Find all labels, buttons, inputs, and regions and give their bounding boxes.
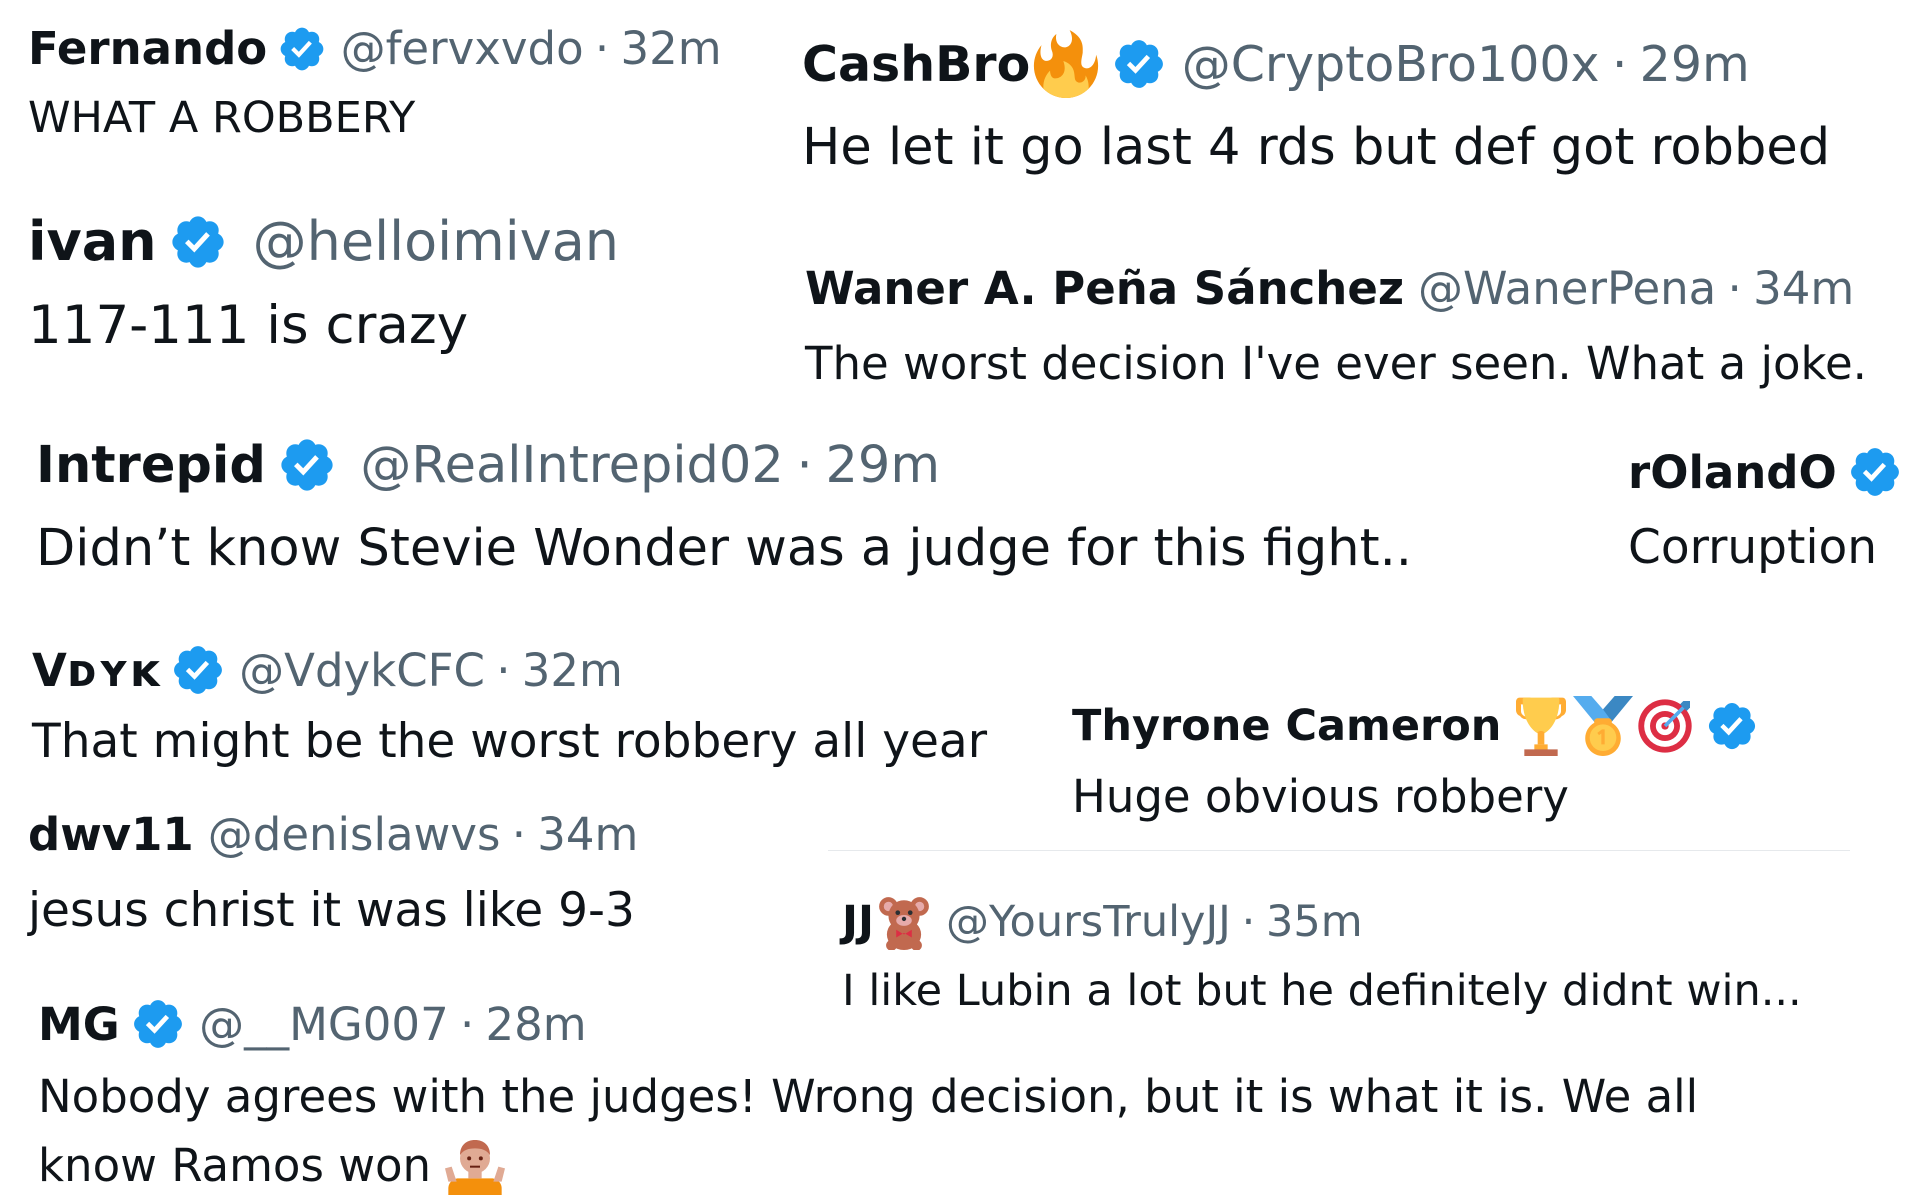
separator-dot: · <box>459 997 475 1051</box>
author-name[interactable]: ivan <box>28 210 157 273</box>
tweet-text: The worst decision I've ever seen. What … <box>805 337 1867 390</box>
medal-emoji-icon <box>1573 696 1634 756</box>
trophy-emoji-icon <box>1511 696 1571 756</box>
verified-badge-icon <box>277 24 327 74</box>
verified-badge-icon <box>1111 36 1167 92</box>
tweet-vdyk[interactable]: Vᴅʏᴋ @VdykCFC · 32m That might be the wo… <box>32 642 988 770</box>
author-handle[interactable]: @YoursTrulyJJ <box>946 897 1231 947</box>
tweet-text: WHAT A ROBBERY <box>28 93 416 143</box>
author-name[interactable]: Intrepid <box>36 436 266 495</box>
tweet-fernando[interactable]: Fernando @fervxvdo · 32m WHAT A ROBBERY <box>28 22 722 143</box>
separator-dot: · <box>796 435 813 495</box>
author-handle[interactable]: @CryptoBro100x <box>1182 36 1600 93</box>
timestamp[interactable]: 34m <box>537 808 638 861</box>
tweet-text: He let it go last 4 rds but def got robb… <box>802 118 1831 177</box>
separator-dot: · <box>1241 897 1256 947</box>
fire-emoji-icon <box>1032 30 1100 98</box>
tweet-text: Corruption <box>1628 520 1878 575</box>
tweet-text: 117-111 is crazy <box>28 295 469 356</box>
target-emoji-icon <box>1635 696 1695 756</box>
author-handle[interactable]: @RealIntrepid02 <box>360 436 783 495</box>
separator-dot: · <box>1727 262 1742 315</box>
tweet-rolando[interactable]: rOlandO Corruption <box>1628 444 1916 575</box>
author-name[interactable]: Thyrone Cameron <box>1072 701 1501 751</box>
verified-badge-icon <box>1847 444 1903 500</box>
verified-badge-icon <box>168 212 228 272</box>
tweet-divider <box>828 850 1850 851</box>
tweet-cashbro[interactable]: CashBro @CryptoBro100x · 29m He let it g… <box>802 30 1830 177</box>
tweet-text: jesus christ it was like 9-3 <box>28 883 635 938</box>
separator-dot: · <box>496 643 511 697</box>
tweet-mg[interactable]: MG @__MG007 · 28m Nobody agrees with the… <box>38 996 1698 1195</box>
tweet-waner[interactable]: Waner A. Peña Sánchez @WanerPena · 34m T… <box>805 262 1867 390</box>
author-handle[interactable]: @VdykCFC <box>239 644 485 697</box>
tweet-text-line-2-text: know Ramos won <box>38 1138 432 1192</box>
timestamp[interactable]: 29m <box>1640 36 1750 93</box>
timestamp[interactable]: 29m <box>825 436 940 495</box>
author-handle[interactable]: @denislawvs <box>208 808 501 861</box>
tweet-intrepid[interactable]: Intrepid @RealIntrepid02 · 29m Didn’t kn… <box>36 435 1413 579</box>
timestamp[interactable]: 32m <box>522 644 623 697</box>
author-name[interactable]: CashBro <box>802 36 1030 93</box>
tweet-text: That might be the worst robbery all year <box>32 714 988 769</box>
tweet-text: Didn’t know Stevie Wonder was a judge fo… <box>36 519 1413 578</box>
timestamp[interactable]: 32m <box>620 22 721 75</box>
author-name[interactable]: rOlandO <box>1628 446 1837 499</box>
tweet-thyrone[interactable]: Thyrone Cameron Huge obvious robbery <box>1072 696 1772 823</box>
verified-badge-icon <box>130 996 186 1052</box>
shrug-emoji-icon <box>445 1135 506 1195</box>
verified-badge-icon <box>1705 699 1759 753</box>
author-handle[interactable]: @__MG007 <box>199 998 449 1051</box>
timestamp[interactable]: 35m <box>1266 897 1363 947</box>
author-name[interactable]: Fernando <box>28 22 267 75</box>
author-name[interactable]: MG <box>38 998 120 1051</box>
separator-dot: · <box>511 808 526 861</box>
author-handle[interactable]: @WanerPena <box>1418 262 1716 315</box>
author-handle[interactable]: @helloimivan <box>253 210 619 273</box>
author-name[interactable]: Vᴅʏᴋ <box>32 644 160 697</box>
tweet-text-line-1: Nobody agrees with the judges! Wrong dec… <box>38 1070 1699 1123</box>
author-handle[interactable]: @fervxvdo <box>341 22 584 75</box>
tweet-text-line-2: know Ramos won <box>38 1135 1698 1195</box>
verified-badge-icon <box>277 435 337 495</box>
tweet-ivan[interactable]: ivan @helloimivan 117-111 is crazy <box>28 210 619 356</box>
teddy-bear-emoji-icon <box>876 894 932 950</box>
tweet-text: Huge obvious robbery <box>1072 770 1569 823</box>
separator-dot: · <box>594 22 610 75</box>
author-name[interactable]: JJ <box>842 897 874 947</box>
timestamp[interactable]: 34m <box>1753 262 1854 315</box>
author-name[interactable]: dwv11 <box>28 808 194 861</box>
verified-badge-icon <box>170 642 226 698</box>
timestamp[interactable]: 28m <box>486 998 587 1051</box>
tweet-dwv11[interactable]: dwv11 @denislawvs · 34m jesus christ it … <box>28 808 638 938</box>
author-name[interactable]: Waner A. Peña Sánchez <box>805 262 1404 315</box>
separator-dot: · <box>1611 35 1628 93</box>
